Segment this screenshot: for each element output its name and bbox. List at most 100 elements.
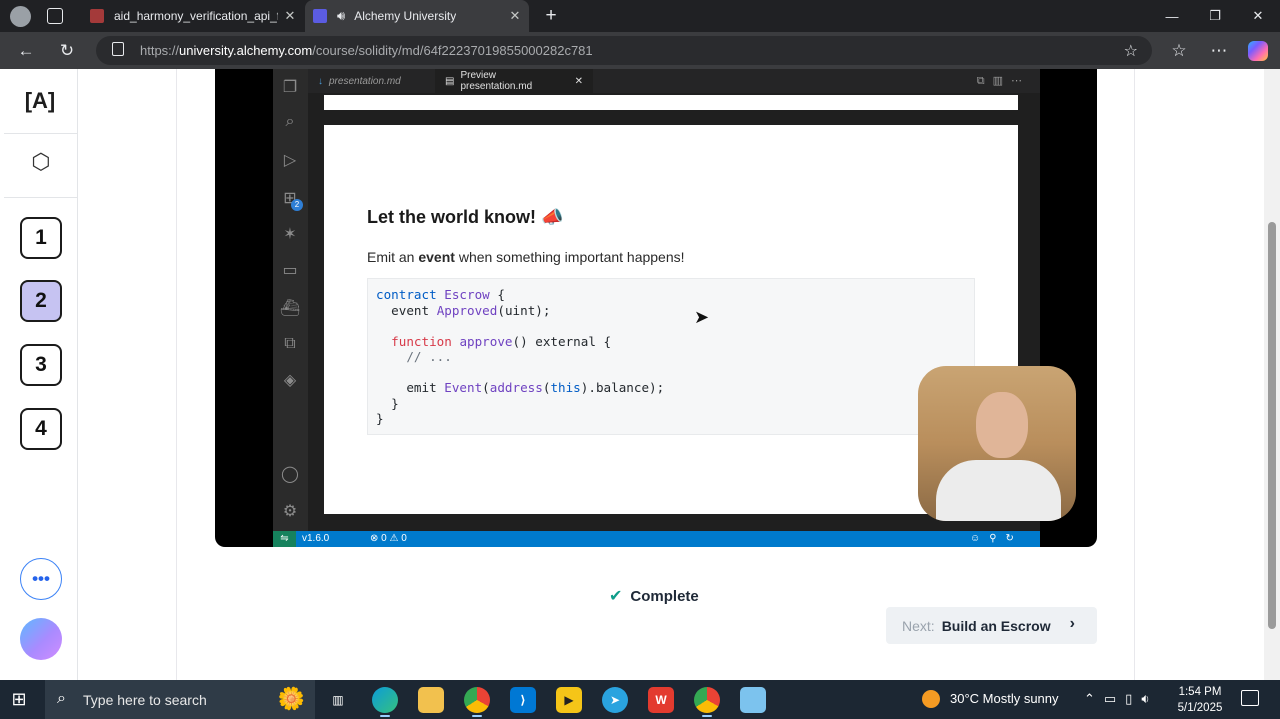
scroll-thumb[interactable] (1268, 222, 1276, 629)
tab-title: Alchemy University (354, 9, 457, 23)
next-title: Build an Escrow (941, 617, 1051, 634)
chevron-right-icon: › (1069, 615, 1075, 632)
copilot-icon[interactable] (1248, 41, 1268, 61)
close-window-button[interactable]: ✕ (1236, 0, 1280, 32)
more-options-button[interactable]: ••• (20, 558, 62, 600)
complete-status[interactable]: ✔ Complete (609, 586, 699, 606)
panel-icon: ▭ (282, 262, 298, 279)
vscode-window: ❐ ⌕ ▷ ⊞ 2 ✶ ▭ ⛴ ⧉ ◈ ◯ ⚙ ↓ presentation.md … (273, 69, 1076, 547)
code-line: } (376, 395, 399, 411)
presenter-shirt (936, 460, 1061, 521)
favorite-star-icon[interactable]: ☆ (1124, 41, 1138, 61)
tab-alchemy-university[interactable]: 🔊︎ Alchemy University ✕ (305, 0, 529, 32)
tab-actions-icon[interactable] (47, 8, 63, 24)
tree-icon: ✶ (283, 226, 297, 243)
profile-avatar[interactable] (10, 6, 31, 27)
code-line: event Approved(uint); (391, 302, 551, 318)
clock-date: 5/1/2025 (1177, 702, 1223, 714)
step-3-button[interactable]: 3 (20, 344, 62, 386)
close-tab-icon[interactable]: ✕ (507, 8, 523, 24)
presenter-head (976, 392, 1028, 458)
flowers-icon: 🌼 (277, 686, 305, 711)
minimize-button[interactable]: — (1150, 0, 1194, 32)
step-4-button[interactable]: 4 (20, 408, 62, 450)
chrome-icon[interactable] (464, 687, 490, 717)
wps-icon[interactable]: W (648, 687, 674, 713)
status-problems: ⊗ 0 ⚠ 0 (370, 533, 407, 544)
vscode-status-bar: ⇋ v1.6.0 ⊗ 0 ⚠ 0 ☺⚲↻ (273, 531, 1040, 547)
telegram-icon[interactable]: ➤ (602, 687, 628, 713)
explorer-icon: ❐ (282, 79, 298, 96)
close-tab-icon[interactable]: ✕ (282, 8, 298, 24)
file-explorer-icon[interactable] (418, 687, 444, 713)
code-line: } (376, 411, 384, 426)
user-avatar[interactable] (20, 618, 62, 660)
windows-start-icon[interactable]: ⊞ (8, 688, 30, 710)
settings-gear-icon: ⚙ (282, 503, 298, 520)
page-scrollbar[interactable] (1264, 69, 1280, 680)
lesson-video[interactable]: ❐ ⌕ ▷ ⊞ 2 ✶ ▭ ⛴ ⧉ ◈ ◯ ⚙ ↓ presentation.md … (215, 69, 1097, 547)
lock-icon[interactable] (112, 42, 124, 56)
weather-icon[interactable] (922, 690, 940, 708)
weather-text[interactable]: 30°C Mostly sunny (950, 691, 1059, 706)
search-icon: ⌕ (57, 690, 66, 707)
notepad-icon[interactable] (740, 687, 766, 713)
code-line: emit Event(address(this).balance); (376, 380, 665, 395)
next-prefix: Next: (902, 617, 935, 634)
divider (4, 133, 77, 134)
solidity-code: contract Escrow { event Approved(uint); … (376, 287, 664, 427)
code-block: contract Escrow { event Approved(uint); … (367, 278, 975, 435)
new-tab-button[interactable]: + (540, 5, 562, 27)
editor-tab: ↓ presentation.md (318, 75, 401, 87)
git-graph-icon: ⧉ (284, 335, 296, 352)
search-icon: ⌕ (285, 113, 295, 130)
chrome-profile-icon[interactable] (694, 687, 720, 717)
address-bar[interactable]: https://university.alchemy.com/course/so… (96, 36, 1152, 65)
remote-icon: ⇋ (273, 531, 296, 547)
course-hexagon-icon[interactable]: ⬡ (29, 149, 53, 181)
run-debug-icon: ▷ (283, 152, 297, 169)
taskbar-clock[interactable]: 1:54 PM 5/1/2025 (1175, 684, 1225, 716)
editor-actions-icon: ⧉▥⋯ (976, 75, 1030, 87)
code-line: function approve() external { (391, 333, 612, 349)
speaker-icon[interactable]: 🔊︎ (337, 8, 345, 24)
edge-icon[interactable] (372, 687, 398, 717)
tab-harmony[interactable]: aid_harmony_verification_api_field ✕ (80, 0, 304, 32)
extensions-icon: ⊞ 2 (279, 187, 303, 211)
taskbar-search[interactable]: ⌕ Type here to search 🌼 (45, 680, 315, 719)
task-view-icon[interactable]: ▥ (325, 687, 351, 713)
content-divider (1134, 69, 1135, 680)
status-icons: ☺⚲↻ (970, 533, 1023, 544)
checkmark-icon: ✔ (609, 588, 623, 605)
complete-label: Complete (630, 587, 699, 605)
refresh-button[interactable]: ↻ (54, 38, 80, 64)
tab-title: aid_harmony_verification_api_field (114, 9, 278, 23)
menu-icon[interactable]: ⋯ (1206, 38, 1232, 64)
url-text[interactable]: https://university.alchemy.com/course/so… (140, 43, 593, 58)
player-icon[interactable]: ▶ (556, 687, 582, 713)
step-2-button[interactable]: 2 (20, 280, 62, 322)
favorites-icon[interactable]: ☆ (1166, 38, 1192, 64)
presenter-webcam (918, 366, 1076, 521)
back-button[interactable]: ← (13, 38, 39, 64)
browser-tab-strip: aid_harmony_verification_api_field ✕ 🔊︎ … (0, 0, 1280, 32)
vscode-icon[interactable]: ⟩ (510, 687, 536, 713)
notifications-icon[interactable] (1241, 690, 1259, 706)
presentation-slide: Let the world know! 📣 Emit an event when… (324, 125, 1018, 514)
clock-time: 1:54 PM (1178, 686, 1222, 698)
slide-title: Let the world know! 📣 (367, 207, 564, 227)
content-divider (176, 69, 177, 680)
windows-taskbar: ⊞ ⌕ Type here to search 🌼 ▥ ⟩ ▶ ➤ W 30°C… (0, 680, 1280, 719)
step-1-button[interactable]: 1 (20, 217, 62, 259)
previous-slide-edge (324, 95, 1018, 110)
slide-text: Emit an event when something important h… (367, 249, 685, 265)
editor-tab-bar: ↓ presentation.md ▤ Preview presentation.m… (308, 69, 1040, 93)
divider (4, 197, 77, 198)
restore-button[interactable]: ❐ (1193, 0, 1237, 32)
editor-tab-active: ▤ Preview presentation.md ✕ (435, 69, 593, 93)
alchemy-logo[interactable]: [A] (20, 86, 60, 116)
next-lesson-button[interactable]: Next: Build an Escrow › (886, 607, 1097, 644)
account-icon: ◯ (281, 466, 299, 483)
system-tray-icons[interactable]: ⌃▭▯🔉︎ (1084, 691, 1159, 707)
activity-bar: ❐ ⌕ ▷ ⊞ 2 ✶ ▭ ⛴ ⧉ ◈ ◯ ⚙ (273, 69, 308, 531)
